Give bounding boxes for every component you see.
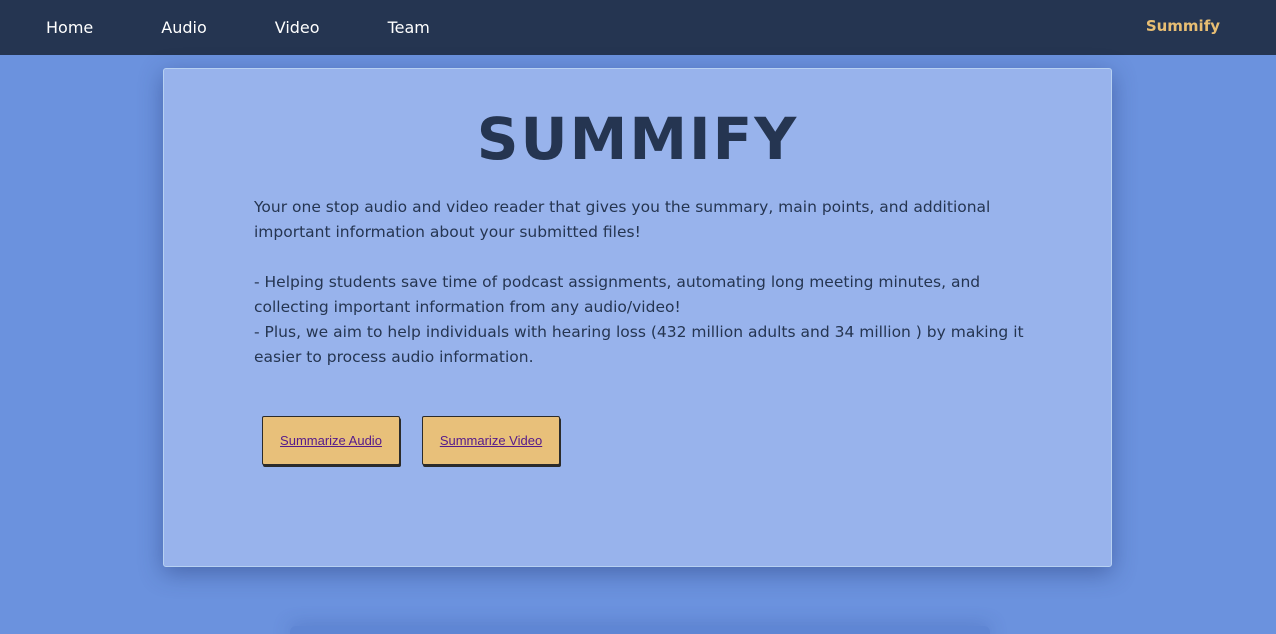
hero-intro: Your one stop audio and video reader tha… bbox=[254, 198, 991, 241]
nav-link-team[interactable]: Team bbox=[388, 18, 430, 37]
brand-link[interactable]: Summify bbox=[1146, 17, 1220, 35]
nav-link-video[interactable]: Video bbox=[275, 18, 320, 37]
hero-card: SUMMIFY Your one stop audio and video re… bbox=[163, 68, 1112, 567]
hero-description: Your one stop audio and video reader tha… bbox=[254, 195, 1024, 370]
nav-links: Home Audio Video Team bbox=[0, 18, 498, 37]
summarize-audio-link[interactable]: Summarize Audio bbox=[280, 433, 382, 448]
next-section-edge bbox=[290, 626, 990, 634]
action-buttons: Summarize Audio Summarize Video bbox=[262, 416, 582, 465]
summarize-video-link[interactable]: Summarize Video bbox=[440, 433, 542, 448]
nav-link-audio[interactable]: Audio bbox=[161, 18, 206, 37]
nav-link-home[interactable]: Home bbox=[46, 18, 93, 37]
hero-point-students: - Helping students save time of podcast … bbox=[254, 273, 981, 316]
hero-point-hearing-loss: - Plus, we aim to help individuals with … bbox=[254, 323, 1024, 366]
hero-title: SUMMIFY bbox=[476, 105, 799, 173]
summarize-audio-button[interactable]: Summarize Audio bbox=[262, 416, 400, 465]
summarize-video-button[interactable]: Summarize Video bbox=[422, 416, 560, 465]
top-navbar: Home Audio Video Team Summify bbox=[0, 0, 1276, 55]
